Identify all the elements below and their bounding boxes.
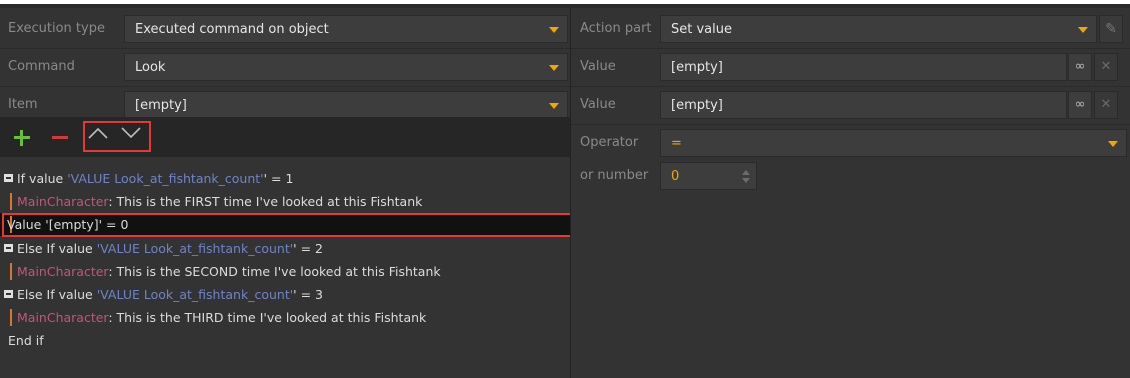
operator-value: = (671, 136, 682, 151)
variable-name: 'VALUE Look_at_fishtank_count' (96, 241, 294, 256)
chevron-down-icon[interactable] (121, 126, 141, 140)
item-select[interactable]: [empty] (124, 91, 568, 119)
chevron-down-icon (1078, 27, 1088, 33)
operator-label: Operator (580, 135, 639, 150)
condition-value: ' = 3 (293, 287, 323, 302)
collapse-icon[interactable] (4, 244, 13, 252)
list-item[interactable]: Else If value 'VALUE Look_at_fishtank_co… (0, 237, 570, 260)
chevron-down-icon (549, 27, 559, 33)
close-icon[interactable]: ✕ (1094, 53, 1118, 81)
list-item-selected[interactable]: Value '[empty]' = 0 (0, 213, 576, 237)
value-row-2: Value [empty] ∞ ✕ (571, 89, 1130, 121)
execution-type-value: Executed command on object (135, 22, 329, 37)
list-item[interactable]: Else If value 'VALUE Look_at_fishtank_co… (0, 283, 570, 306)
or-number-label: or number (580, 168, 649, 183)
value-text: [empty] (671, 98, 723, 113)
collapse-icon[interactable] (4, 290, 13, 298)
selection-highlight (2, 213, 576, 237)
execution-type-label: Execution type (8, 21, 105, 36)
speaker-name: MainCharacter (17, 310, 109, 325)
command-label: Command (8, 59, 75, 74)
indent-marker (10, 193, 12, 210)
value-text: [empty] (671, 60, 723, 75)
top-strip (0, 0, 1130, 8)
action-toolbar (0, 117, 570, 157)
list-item[interactable]: End if (0, 329, 570, 352)
link-icon[interactable]: ∞ (1068, 91, 1092, 119)
or-number-row: or number 0 (571, 160, 1130, 192)
speaker-name: MainCharacter (17, 194, 109, 209)
value-label: Value (580, 59, 616, 74)
chevron-down-icon (549, 65, 559, 71)
command-row: Command Look (0, 51, 570, 83)
indent-marker (10, 309, 12, 326)
add-icon[interactable] (10, 123, 34, 151)
execution-type-row: Execution type Executed command on objec… (0, 13, 570, 45)
action-panel: Action part Set value ✎ Value [empty] ∞ … (570, 8, 1130, 378)
end-if-text: End if (8, 333, 44, 348)
list-item[interactable]: MainCharacter: This is the FIRST time I'… (0, 190, 570, 213)
condition-value: ' = 1 (263, 171, 294, 186)
indent-marker (10, 263, 12, 280)
item-value: [empty] (135, 98, 187, 113)
number-value: 0 (671, 169, 680, 184)
dialogue-text: : This is the THIRD time I've looked at … (108, 310, 427, 325)
value-row-1: Value [empty] ∞ ✕ (571, 51, 1130, 83)
command-value: Look (135, 60, 166, 75)
variable-name: 'VALUE Look_at_fishtank_count' (67, 171, 264, 186)
command-select[interactable]: Look (124, 53, 568, 81)
dialogue-text: : This is the FIRST time I've looked at … (108, 194, 423, 209)
value-field-2[interactable]: [empty] (660, 91, 1067, 119)
condition-text: Else If value (17, 241, 97, 256)
script-action-list: If value 'VALUE Look_at_fishtank_count''… (0, 157, 576, 370)
action-part-row: Action part Set value ✎ (571, 13, 1130, 45)
list-item[interactable]: MainCharacter: This is the THIRD time I'… (0, 306, 570, 329)
stepper-icon[interactable] (742, 169, 750, 185)
chevron-up-icon[interactable] (88, 126, 108, 140)
list-item[interactable]: If value 'VALUE Look_at_fishtank_count''… (0, 167, 570, 190)
speaker-name: MainCharacter (17, 264, 109, 279)
number-input[interactable]: 0 (660, 162, 757, 190)
value-label: Value (580, 97, 616, 112)
action-part-select[interactable]: Set value (660, 15, 1097, 43)
list-item[interactable]: MainCharacter: This is the SECOND time I… (0, 260, 570, 283)
condition-value: ' = 2 (293, 241, 323, 256)
link-icon[interactable]: ∞ (1068, 53, 1092, 81)
remove-icon[interactable] (48, 123, 72, 151)
dialogue-text: : This is the SECOND time I've looked at… (108, 264, 441, 279)
condition-text: Else If value (17, 287, 97, 302)
value-field-1[interactable]: [empty] (660, 53, 1067, 81)
action-part-label: Action part (580, 21, 652, 36)
operator-row: Operator = (571, 127, 1130, 159)
pencil-icon[interactable]: ✎ (1099, 15, 1123, 43)
chevron-down-icon (1108, 141, 1118, 147)
operator-select[interactable]: = (660, 129, 1127, 157)
script-editor-window: Execution type Executed command on objec… (0, 0, 1130, 378)
collapse-icon[interactable] (4, 174, 13, 182)
execution-type-select[interactable]: Executed command on object (124, 15, 568, 43)
action-part-value: Set value (671, 22, 732, 37)
variable-name: 'VALUE Look_at_fishtank_count' (96, 287, 294, 302)
condition-text: If value (17, 171, 68, 186)
close-icon[interactable]: ✕ (1094, 91, 1118, 119)
chevron-down-icon (549, 103, 559, 109)
